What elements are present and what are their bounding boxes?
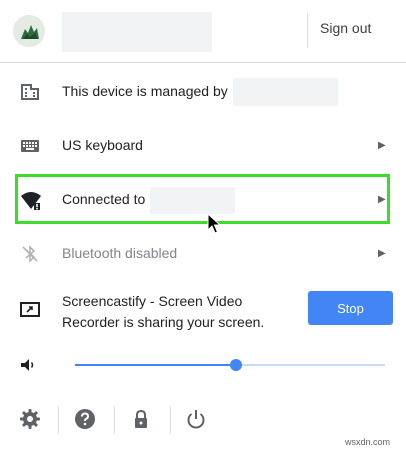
watermark: wsxdn.com [345,437,391,447]
bottom-toolbar [0,400,406,440]
highlight-box [15,174,390,224]
gear-icon[interactable] [19,408,43,432]
screen-share-icon [20,300,40,320]
managed-by-redacted [233,78,338,106]
chevron-right-icon: ▶ [378,248,386,259]
header-divider [307,14,308,48]
toolbar-divider [170,406,171,434]
toolbar-divider [58,406,59,434]
sign-out-button[interactable]: Sign out [320,20,371,36]
volume-slider-thumb[interactable] [230,359,243,371]
managed-device-row[interactable]: This device is managed by [0,66,406,118]
lock-icon[interactable] [130,408,154,432]
toolbar-divider [114,406,115,434]
mouse-cursor-icon [207,212,222,235]
system-tray-panel: Sign out This device is managed by US ke… [0,0,406,450]
volume-slider-fill [75,364,237,366]
help-icon[interactable] [74,408,98,432]
building-icon [20,82,40,102]
bluetooth-row[interactable]: Bluetooth disabled ▶ [0,228,406,280]
volume-slider[interactable] [75,359,385,371]
stop-sharing-button[interactable]: Stop [308,291,393,325]
bluetooth-label: Bluetooth disabled [62,245,178,261]
managed-device-label: This device is managed by [62,83,228,99]
keyboard-label: US keyboard [62,137,143,153]
keyboard-icon [20,136,40,156]
bluetooth-disabled-icon [20,244,40,264]
screen-share-line2: Recorder is sharing your screen. [62,314,265,330]
avatar [13,15,45,47]
screen-share-line1: Screencastify - Screen Video [62,293,243,309]
account-name-redacted [62,12,212,52]
account-header: Sign out [0,0,406,63]
speaker-icon[interactable] [19,356,37,374]
power-icon[interactable] [185,408,209,432]
chevron-right-icon: ▶ [378,140,386,151]
keyboard-row[interactable]: US keyboard ▶ [0,120,406,172]
